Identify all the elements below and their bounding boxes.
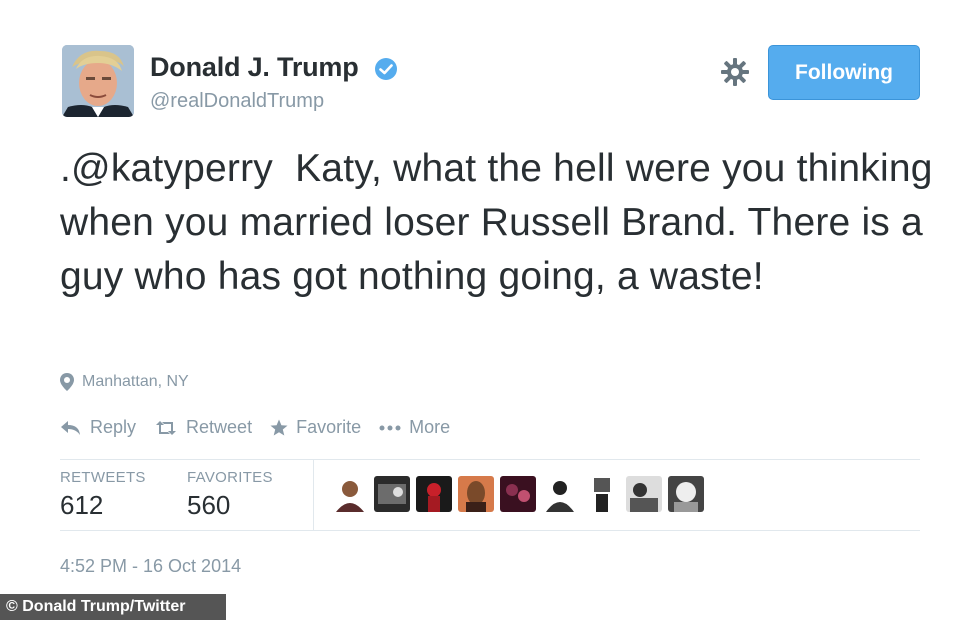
- reply-button[interactable]: Reply: [60, 417, 136, 438]
- stats-divider: [313, 460, 314, 530]
- favoriter-avatar[interactable]: [500, 476, 536, 512]
- divider: [60, 530, 920, 531]
- location-label: Manhattan, NY: [82, 373, 189, 390]
- photo-credit: © Donald Trump/Twitter: [0, 594, 226, 620]
- more-label: More: [409, 417, 451, 437]
- more-dots-icon: [379, 425, 401, 430]
- favoriter-avatar[interactable]: [458, 476, 494, 512]
- tweet-timestamp[interactable]: 4:52 PM - 16 Oct 2014: [60, 556, 241, 577]
- favoriter-avatar[interactable]: [332, 476, 368, 512]
- mention-link[interactable]: .@katyperry: [60, 147, 273, 190]
- user-handle[interactable]: @realDonaldTrump: [150, 90, 324, 113]
- retweet-icon: [156, 420, 177, 435]
- tweet-actions: Reply Retweet Favorite More: [60, 417, 468, 438]
- favorites-count[interactable]: 560: [187, 490, 230, 521]
- favorite-button[interactable]: Favorite: [270, 417, 361, 438]
- verified-badge-icon: [375, 58, 397, 80]
- tweet-location[interactable]: Manhattan, NY: [60, 373, 189, 391]
- retweets-count[interactable]: 612: [60, 490, 103, 521]
- following-button[interactable]: Following: [768, 45, 920, 100]
- favorites-label: FAVORITES: [187, 469, 273, 486]
- reply-icon: [61, 420, 80, 435]
- favoriter-avatar[interactable]: [668, 476, 704, 512]
- star-icon: [270, 419, 288, 435]
- tweet-text: .@katyperry Katy, what the hell were you…: [60, 142, 940, 304]
- retweets-label: RETWEETS: [60, 469, 146, 486]
- more-button[interactable]: More: [379, 417, 450, 438]
- location-pin-icon: [60, 373, 74, 391]
- retweet-button[interactable]: Retweet: [154, 417, 252, 438]
- favoriter-avatar[interactable]: [542, 476, 578, 512]
- favoriter-avatar[interactable]: [584, 476, 620, 512]
- favoriter-avatar[interactable]: [416, 476, 452, 512]
- favoriter-avatar[interactable]: [374, 476, 410, 512]
- favoriters-avatars: [332, 476, 704, 512]
- favoriter-avatar[interactable]: [626, 476, 662, 512]
- profile-avatar[interactable]: [62, 45, 134, 117]
- reply-label: Reply: [90, 417, 137, 437]
- retweet-label: Retweet: [186, 417, 253, 437]
- display-name[interactable]: Donald J. Trump: [150, 52, 359, 83]
- divider: [60, 459, 920, 460]
- gear-icon[interactable]: [720, 57, 750, 87]
- favorite-label: Favorite: [296, 417, 362, 437]
